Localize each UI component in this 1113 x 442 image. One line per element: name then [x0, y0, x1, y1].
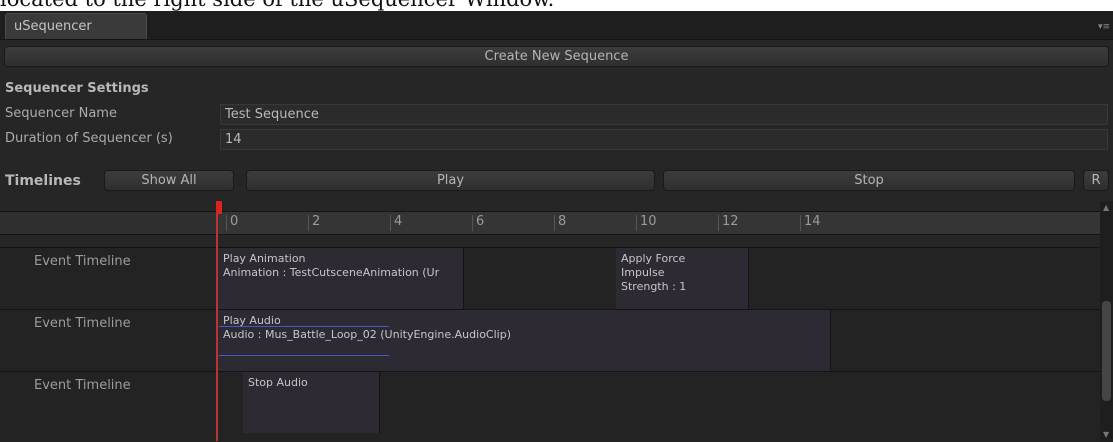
caption-strip: located to the right side of the uSequen…: [0, 0, 1113, 11]
event-detail: Audio : Mus_Battle_Loop_02 (UnityEngine.…: [223, 328, 511, 341]
sequencer-name-field[interactable]: Test Sequence: [220, 104, 1108, 125]
event-timeline-lane[interactable]: Event Timeline Play Animation Animation …: [0, 247, 1100, 309]
apply-force-event[interactable]: Apply Force Impulse Strength : 1: [616, 248, 749, 309]
event-timeline-lane[interactable]: Event Timeline Stop Audio: [0, 371, 1100, 442]
duration-field[interactable]: 14: [220, 129, 1108, 150]
lane-label: Event Timeline: [34, 316, 131, 331]
lane-label: Event Timeline: [34, 378, 131, 393]
event-title: Stop Audio: [248, 376, 308, 389]
record-button[interactable]: R: [1083, 170, 1109, 191]
ruler-tick-label: 8: [558, 214, 567, 229]
ruler-tick: [308, 215, 309, 231]
ruler-tick: [800, 215, 801, 231]
window-menu-icon[interactable]: ▾≡: [1098, 22, 1110, 32]
sequencer-settings-heading: Sequencer Settings: [5, 81, 149, 96]
playhead-handle[interactable]: [216, 201, 222, 214]
tab-usequencer[interactable]: uSequencer: [5, 13, 147, 39]
scroll-down-icon[interactable]: ▼: [1103, 430, 1109, 439]
event-timeline-lane[interactable]: Event Timeline Play Audio Audio : Mus_Ba…: [0, 309, 1100, 371]
ruler-tick: [718, 215, 719, 231]
audio-waveform: [219, 326, 389, 327]
ruler-tick-label: 4: [394, 214, 403, 229]
time-ruler[interactable]: 0 2 4 6 8 10 12 14: [0, 211, 1100, 235]
play-audio-event[interactable]: Play Audio Audio : Mus_Battle_Loop_02 (U…: [218, 310, 831, 371]
timelines-heading: Timelines: [5, 173, 81, 189]
ruler-tick-label: 2: [312, 214, 321, 229]
stop-audio-event[interactable]: Stop Audio: [243, 372, 380, 433]
create-new-sequence-button[interactable]: Create New Sequence: [4, 46, 1109, 67]
event-title: Play Animation: [223, 252, 306, 265]
ruler-tick: [226, 215, 227, 231]
caption-text: located to the right side of the uSequen…: [0, 0, 554, 11]
ruler-tick-label: 10: [640, 214, 657, 229]
ruler-tick-label: 0: [230, 214, 239, 229]
audio-waveform: [219, 355, 389, 356]
play-button[interactable]: Play: [246, 170, 655, 191]
usequencer-window: uSequencer ▾≡ Create New Sequence Sequen…: [0, 11, 1113, 442]
ruler-tick: [390, 215, 391, 231]
scrollbar-thumb[interactable]: [1102, 301, 1111, 401]
event-detail: Impulse: [621, 266, 665, 279]
tab-title: uSequencer: [14, 19, 92, 34]
event-detail: Strength : 1: [621, 280, 687, 293]
tab-bar: uSequencer ▾≡: [0, 11, 1113, 40]
event-title: Apply Force: [621, 252, 686, 265]
ruler-tick: [554, 215, 555, 231]
ruler-tick-label: 6: [476, 214, 485, 229]
ruler-tick: [636, 215, 637, 231]
vertical-scrollbar[interactable]: ▲ ▼: [1100, 201, 1113, 441]
playhead-line[interactable]: [216, 201, 218, 441]
event-detail: Animation : TestCutsceneAnimation (Ur: [223, 266, 440, 279]
ruler-tick-label: 12: [722, 214, 739, 229]
duration-label: Duration of Sequencer (s): [5, 131, 173, 146]
show-all-button[interactable]: Show All: [104, 170, 234, 191]
ruler-label-area: [0, 212, 216, 234]
lane-label: Event Timeline: [34, 254, 131, 269]
ruler-tick: [472, 215, 473, 231]
play-animation-event[interactable]: Play Animation Animation : TestCutsceneA…: [218, 248, 464, 309]
ruler-tick-label: 14: [804, 214, 821, 229]
stop-button[interactable]: Stop: [663, 170, 1075, 191]
scroll-up-icon[interactable]: ▲: [1103, 203, 1109, 212]
sequencer-name-label: Sequencer Name: [5, 106, 117, 121]
